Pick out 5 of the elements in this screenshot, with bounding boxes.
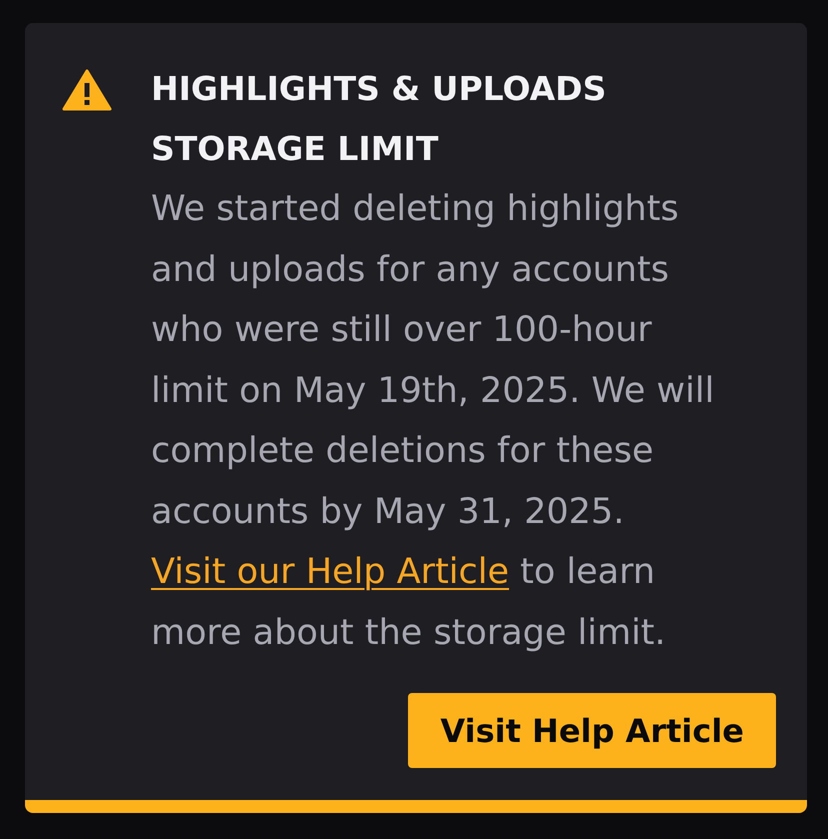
help-article-link[interactable]: Visit our Help Article bbox=[151, 552, 510, 592]
warning-icon bbox=[62, 69, 112, 111]
notice-title: HIGHLIGHTS & UPLOADS STORAGE LIMIT bbox=[151, 68, 608, 170]
visit-help-article-button[interactable]: Visit Help Article bbox=[408, 693, 776, 768]
notice-body: We started deleting highlights and uploads for any accounts who were still over 100-hour limit on May 19th, 2025. We will complete deletions for these accounts by May 31, 2025. Visit our Help Article to learn more about the storage limit. bbox=[151, 188, 716, 654]
